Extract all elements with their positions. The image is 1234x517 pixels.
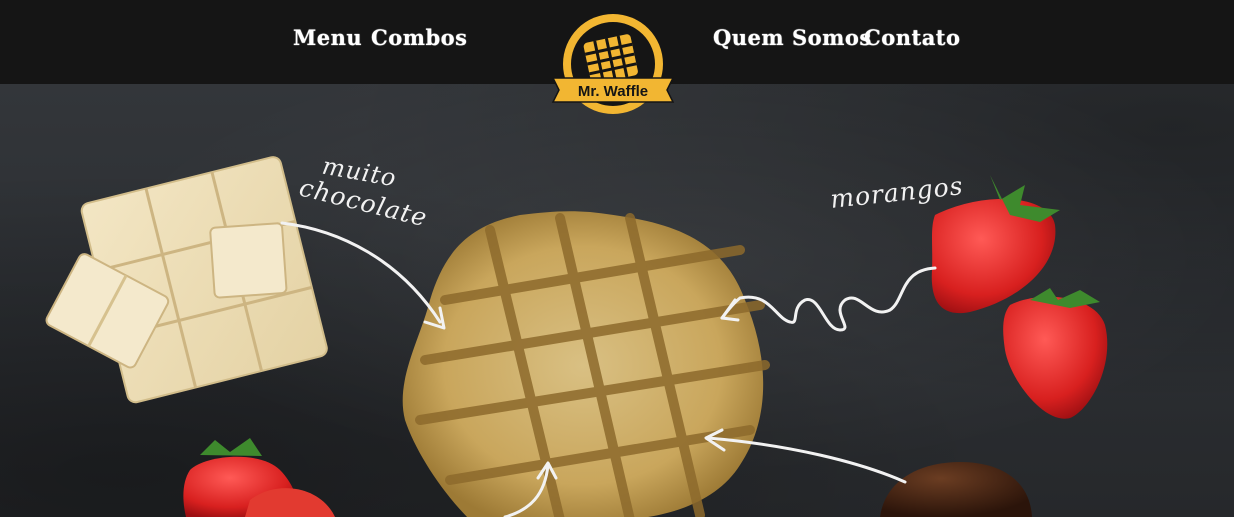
page: muito chocolate morangos Menu Combos Que… xyxy=(0,0,1234,517)
white-chocolate-image xyxy=(45,156,328,404)
nav-link-contato[interactable]: Contato xyxy=(864,25,961,50)
hero-illustration xyxy=(45,156,1108,517)
logo-text: Mr. Waffle xyxy=(578,83,648,100)
strawberry-left-image xyxy=(183,438,335,517)
strawberry-bottom-image xyxy=(1003,288,1108,419)
waffle-image xyxy=(402,211,770,517)
chocolate-cream-image xyxy=(880,462,1032,517)
nav-link-menu[interactable]: Menu xyxy=(293,25,362,50)
nav-link-combos[interactable]: Combos xyxy=(371,25,467,50)
arrow-strawberry xyxy=(720,266,937,332)
mr-waffle-logo[interactable]: Mr. Waffle xyxy=(551,14,675,118)
nav-link-quem-somos[interactable]: Quem Somos xyxy=(713,25,872,50)
